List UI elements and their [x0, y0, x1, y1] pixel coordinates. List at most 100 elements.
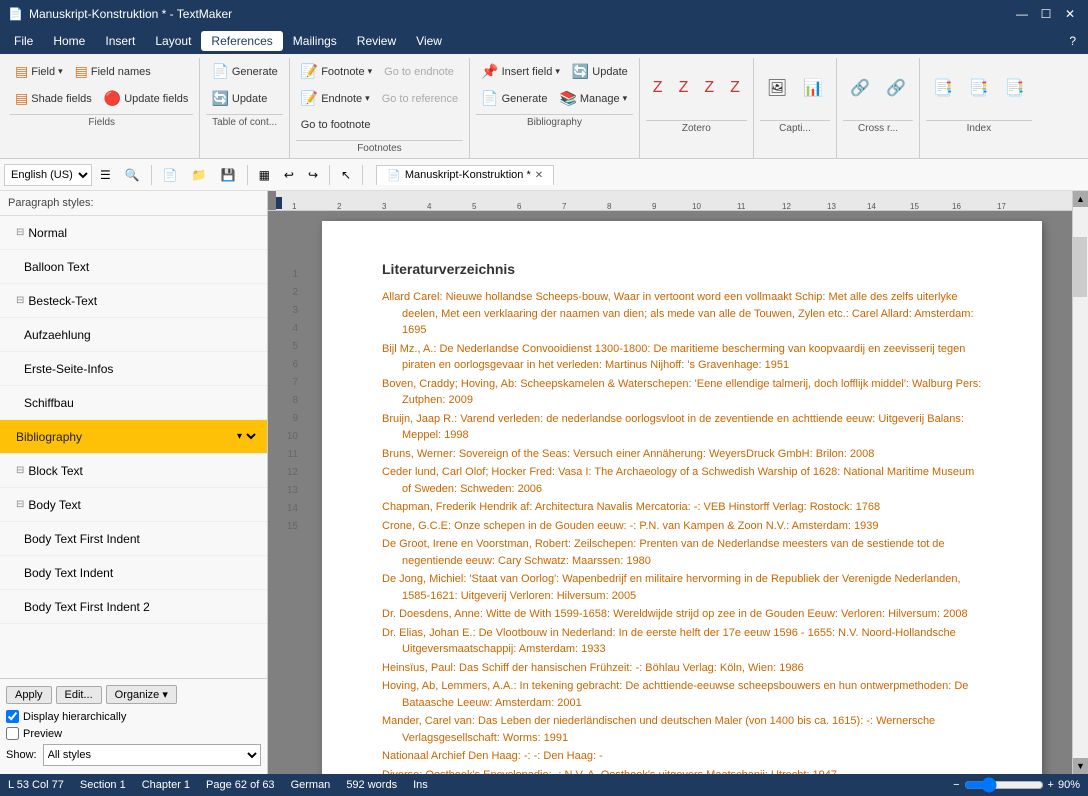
- update-fields-button[interactable]: 🔴 Update fields: [99, 87, 194, 110]
- tb-view-icon[interactable]: ▦: [253, 164, 276, 186]
- app-icon: 📄: [8, 7, 23, 21]
- body-text-label: Body Text: [28, 498, 80, 512]
- search-icon[interactable]: 🔍: [119, 164, 146, 186]
- scroll-up-btn[interactable]: ▲: [1073, 191, 1088, 207]
- maximize-btn[interactable]: ☐: [1036, 4, 1056, 24]
- update-bib-button[interactable]: 🔄 Update: [567, 60, 633, 83]
- scroll-down-btn[interactable]: ▼: [1073, 758, 1088, 774]
- ins-mode: Ins: [413, 779, 428, 791]
- help-btn[interactable]: ?: [1061, 31, 1084, 51]
- close-btn[interactable]: ✕: [1060, 4, 1080, 24]
- doc-tab-icon: 📄: [387, 169, 401, 182]
- endnote-button[interactable]: 📝 Endnote ▾: [296, 87, 375, 110]
- zotero-btn-4[interactable]: Z: [723, 60, 747, 116]
- go-to-footnote-button[interactable]: Go to footnote: [296, 114, 376, 136]
- style-block-text[interactable]: ⊟ Block Text: [0, 454, 267, 488]
- tab-close-btn[interactable]: ✕: [535, 170, 543, 181]
- style-normal[interactable]: ⊟ Normal: [0, 216, 267, 250]
- doc-tab-main[interactable]: 📄 Manuskript-Konstruktion * ✕: [376, 165, 554, 185]
- edit-button[interactable]: Edit...: [56, 686, 102, 704]
- style-bibliography[interactable]: Bibliography ▾: [0, 420, 267, 454]
- style-erste-seite[interactable]: Erste-Seite-Infos: [0, 352, 267, 386]
- zoom-out-icon[interactable]: −: [953, 779, 959, 791]
- menu-view[interactable]: View: [406, 31, 452, 51]
- zoom-in-icon[interactable]: +: [1048, 779, 1054, 791]
- index-btn-3[interactable]: 📑: [998, 60, 1032, 116]
- footnote-button[interactable]: 📝 Footnote ▾: [296, 60, 377, 83]
- style-body-indent[interactable]: Body Text Indent: [0, 556, 267, 590]
- crossref-btn-2[interactable]: 🔗: [879, 60, 913, 116]
- bib-entry-8: Crone, G.C.E: Onze schepen in de Gouden …: [382, 518, 982, 535]
- cursor-icon[interactable]: ↖: [335, 164, 357, 186]
- ribbon: ▤ Field ▾ ▤ Field names ▤ Shade fields 🔴…: [0, 54, 1088, 159]
- organize-button[interactable]: Organize ▾: [106, 685, 177, 704]
- zotero-btn-2[interactable]: Z: [672, 60, 696, 116]
- menu-references[interactable]: References: [201, 31, 282, 51]
- scrollbar-right[interactable]: ▲ ▼: [1072, 191, 1088, 774]
- captions-group-label: Capti...: [760, 120, 830, 136]
- besteck-expand: ⊟: [16, 295, 24, 306]
- field-button[interactable]: ▤ Field ▾: [10, 60, 68, 83]
- menu-insert[interactable]: Insert: [95, 31, 145, 51]
- insert-field-button[interactable]: 📌 Insert field ▾: [476, 60, 565, 83]
- menu-file[interactable]: File: [4, 31, 43, 51]
- open-icon[interactable]: 📁: [186, 164, 213, 186]
- show-select[interactable]: All styles: [43, 744, 261, 766]
- style-besteck-text[interactable]: ⊟ Besteck-Text: [0, 284, 267, 318]
- index-btn-2[interactable]: 📑: [962, 60, 996, 116]
- update-toc-label: Update: [232, 93, 267, 105]
- styles-header-label: Paragraph styles:: [8, 197, 94, 209]
- caption-btn-1[interactable]: 🖼: [760, 60, 794, 116]
- minimize-btn[interactable]: —: [1012, 4, 1032, 24]
- bib-entry-17: Diverse: Oosthoek's Encyclopadie: -: N.V…: [382, 767, 982, 775]
- undo-btn[interactable]: ↩: [278, 164, 300, 186]
- shade-fields-button[interactable]: ▤ Shade fields: [10, 87, 97, 110]
- menu-layout[interactable]: Layout: [145, 31, 201, 51]
- aufzaehlung-label: Aufzaehlung: [24, 328, 91, 342]
- zotero-row: Z Z Z Z: [646, 58, 747, 118]
- menu-mailings[interactable]: Mailings: [283, 31, 347, 51]
- list-icon[interactable]: ☰: [94, 164, 117, 186]
- language-select[interactable]: English (US): [4, 164, 92, 186]
- manage-caret: ▾: [623, 93, 628, 104]
- crossref-btn-1[interactable]: 🔗: [843, 60, 877, 116]
- style-aufzaehlung[interactable]: Aufzaehlung: [0, 318, 267, 352]
- manage-button[interactable]: 📚 Manage ▾: [554, 87, 632, 110]
- word-count: 592 words: [346, 779, 397, 791]
- zotero-btn-1[interactable]: Z: [646, 60, 670, 116]
- style-body-text[interactable]: ⊟ Body Text: [0, 488, 267, 522]
- zoom-slider[interactable]: [964, 777, 1044, 793]
- style-balloon-text[interactable]: Balloon Text: [0, 250, 267, 284]
- update-toc-button[interactable]: 🔄 Update: [206, 87, 272, 110]
- scroll-thumb[interactable]: [1073, 237, 1087, 297]
- index-btn-1[interactable]: 📑: [926, 60, 960, 116]
- menu-review[interactable]: Review: [347, 31, 406, 51]
- apply-button[interactable]: Apply: [6, 686, 52, 704]
- line-num-9: 9: [292, 409, 298, 427]
- doc-scroll[interactable]: 1 2 3 4 5 6 7 8 9 10 11 12 13 14 15: [268, 211, 1072, 774]
- bib-entry-11: Dr. Doesdens, Anne: Witte de With 1599-1…: [382, 606, 982, 623]
- generate-toc-label: Generate: [232, 66, 278, 78]
- bibliography-dropdown[interactable]: ▾: [233, 430, 259, 443]
- zoom-level: 90%: [1058, 779, 1080, 791]
- footnote-row-3: Go to footnote: [296, 112, 463, 138]
- save-icon[interactable]: 💾: [215, 164, 242, 186]
- redo-btn[interactable]: ↪: [302, 164, 324, 186]
- generate-toc-button[interactable]: 📄 Generate: [206, 60, 282, 83]
- new-doc-icon[interactable]: 📄: [157, 164, 184, 186]
- line-num-1: 1: [292, 265, 298, 283]
- zotero-btn-3[interactable]: Z: [697, 60, 721, 116]
- preview-checkbox[interactable]: [6, 727, 19, 740]
- bib-row-1: 📌 Insert field ▾ 🔄 Update: [476, 58, 633, 85]
- main-area: Paragraph styles: ⊟ Normal Balloon Text …: [0, 191, 1088, 774]
- field-names-button[interactable]: ▤ Field names: [70, 60, 156, 83]
- style-body-first-indent-2[interactable]: Body Text First Indent 2: [0, 590, 267, 624]
- page-info: Page 62 of 63: [206, 779, 275, 791]
- generate-bib-button[interactable]: 📄 Generate: [476, 87, 552, 110]
- display-hierarchically-checkbox[interactable]: [6, 710, 19, 723]
- style-body-first-indent[interactable]: Body Text First Indent: [0, 522, 267, 556]
- scroll-track[interactable]: [1073, 207, 1088, 758]
- menu-home[interactable]: Home: [43, 31, 95, 51]
- caption-btn-2[interactable]: 📊: [796, 60, 830, 116]
- style-schiffbau[interactable]: Schiffbau: [0, 386, 267, 420]
